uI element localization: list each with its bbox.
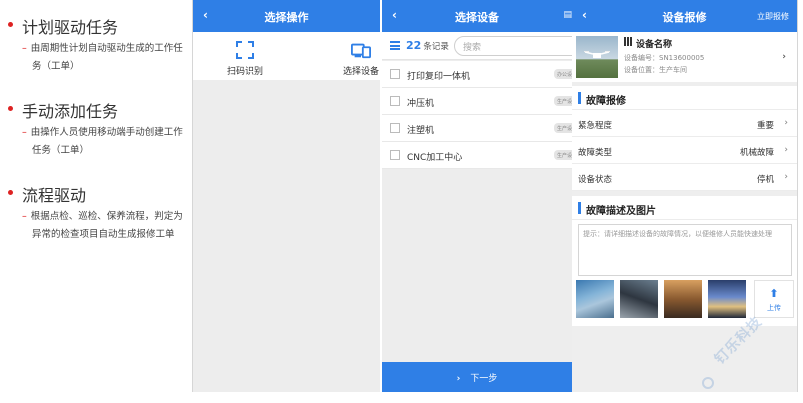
- bullet-description: – 由操作人员使用移动端手动创建工作 任务（工单）: [22, 124, 188, 160]
- fault-report-section: 故障报修 紧急程度 重要 › 故障类型 机械故障 › 设备状态 停机 ›: [572, 86, 797, 191]
- device-tag: 生产设备: [554, 123, 572, 133]
- fault-photo[interactable]: [620, 280, 658, 318]
- device-tag: 生产设备: [554, 150, 572, 160]
- filter-icon[interactable]: ▤: [563, 10, 572, 20]
- select-device-operation-label: 选择设备: [342, 67, 379, 77]
- bullet-line: 由周期性计划自动驱动生成的工作任: [30, 43, 183, 54]
- photo-strip: ⬆ 上传: [572, 280, 797, 320]
- section-accent-bar: [578, 92, 581, 104]
- watermark-logo-icon: [702, 377, 714, 389]
- bullet-line: 务（工单）: [32, 61, 80, 72]
- bullet-line: 异常的检查项目自动生成报修工单: [32, 229, 175, 240]
- row-label: 设备状态: [578, 175, 613, 185]
- bullet-dot: [8, 106, 13, 111]
- chevron-right-icon: ›: [784, 172, 788, 182]
- scan-icon: [236, 41, 254, 59]
- chevron-right-icon: ›: [782, 52, 786, 62]
- device-thumbnail: [576, 36, 618, 78]
- device-code: 设备编号：SN13600005: [624, 54, 705, 62]
- device-status-row[interactable]: 设备状态 停机 ›: [572, 164, 797, 191]
- search-input[interactable]: 搜索: [454, 36, 572, 56]
- device-tag: 生产设备: [554, 96, 572, 106]
- top-bar: ‹ 选择操作: [193, 0, 380, 32]
- device-name: 注塑机: [407, 126, 435, 136]
- list-item[interactable]: 冲压机 生产设备: [382, 88, 572, 115]
- checkbox[interactable]: [390, 123, 400, 133]
- device-location: 设备位置：生产车间: [624, 66, 687, 74]
- urgency-row[interactable]: 紧急程度 重要 ›: [572, 110, 797, 137]
- bullet-line: 根据点检、巡检、保养流程，判定为: [30, 211, 183, 222]
- row-label: 故障类型: [578, 148, 613, 158]
- fault-photo[interactable]: [576, 280, 614, 318]
- bullet-dot: [8, 22, 13, 27]
- slide-text-panel: 计划驱动任务 – 由周期性计划自动驱动生成的工作任 务（工单） 手动添加任务 – 由…: [0, 0, 190, 403]
- section-header: 故障描述及图片: [572, 196, 797, 220]
- checkbox[interactable]: [390, 150, 400, 160]
- bullet-line: 由操作人员使用移动端手动创建工作: [30, 127, 183, 138]
- page-title: 选择设备: [455, 11, 499, 24]
- bullet-description: – 由周期性计划自动驱动生成的工作任 务（工单）: [22, 40, 188, 76]
- fault-type-row[interactable]: 故障类型 机械故障 ›: [572, 137, 797, 164]
- upload-button[interactable]: ⬆ 上传: [754, 280, 794, 318]
- checkbox[interactable]: [390, 69, 400, 79]
- section-title: 故障描述及图片: [586, 206, 656, 217]
- bullet-title: 流程驱动: [22, 186, 87, 205]
- fault-photo[interactable]: [708, 280, 746, 318]
- row-label: 紧急程度: [578, 121, 613, 131]
- chevron-right-icon: ›: [784, 145, 788, 155]
- device-select-icon: [351, 43, 371, 59]
- screen-device-repair: ‹ 设备报修 立即报修 设备名称 设备编号：SN13600005 设备位置：生产…: [572, 0, 798, 392]
- next-step-label: 下一步: [470, 374, 498, 384]
- record-count: 22 条记录: [406, 39, 449, 52]
- scan-operation-label: 扫码识别: [226, 67, 263, 77]
- next-step-button[interactable]: › 下一步: [382, 362, 572, 392]
- bullet-dot: [8, 190, 13, 195]
- row-value: 重要: [756, 121, 774, 131]
- fault-description-textarea[interactable]: 提示：请详细描述设备的故障情况，以便维修人员能快速处理: [578, 224, 792, 276]
- upload-arrow-icon: ⬆: [769, 287, 779, 300]
- fault-photo[interactable]: [664, 280, 702, 318]
- bullet-description: – 根据点检、巡检、保养流程，判定为 异常的检查项目自动生成报修工单: [22, 208, 188, 244]
- bullet-title: 手动添加任务: [22, 102, 119, 121]
- row-value: 停机: [756, 175, 774, 185]
- fault-description-section: 故障描述及图片 提示：请详细描述设备的故障情况，以便维修人员能快速处理 ⬆ 上传: [572, 196, 797, 326]
- top-bar: ‹ 设备报修 立即报修: [572, 0, 797, 32]
- device-list: 打印复印一体机 办公设备 冲压机 生产设备 注塑机 生产设备 CNC加工中心 生…: [382, 61, 572, 169]
- submit-repair-link[interactable]: 立即报修: [757, 11, 789, 22]
- list-item[interactable]: CNC加工中心 生产设备: [382, 142, 572, 169]
- screen-select-device: ‹ 选择设备 ▤ 22条记录 搜索 打印复印一体机 办公设备 冲压机 生产设备 …: [382, 0, 572, 392]
- device-card[interactable]: 设备名称 设备编号：SN13600005 设备位置：生产车间 ›: [572, 32, 797, 82]
- list-menu-icon[interactable]: [390, 41, 400, 50]
- device-name: CNC加工中心: [407, 153, 463, 163]
- device-name: 设备名称: [636, 40, 673, 50]
- scan-operation-button[interactable]: 扫码识别: [215, 40, 275, 77]
- top-bar: ‹ 选择设备 ▤: [382, 0, 572, 32]
- row-value: 机械故障: [739, 148, 774, 158]
- list-item[interactable]: 注塑机 生产设备: [382, 115, 572, 142]
- page-title: 选择操作: [264, 11, 309, 24]
- drone-image-icon: [584, 51, 610, 58]
- section-title: 故障报修: [586, 96, 626, 107]
- bullet-title: 计划驱动任务: [22, 18, 119, 37]
- section-header: 故障报修: [572, 86, 797, 110]
- device-name: 打印复印一体机: [407, 72, 471, 82]
- device-tag: 办公设备: [554, 69, 572, 79]
- bullet-line: 任务（工单）: [32, 145, 90, 156]
- section-accent-bar: [578, 202, 581, 214]
- chevron-right-icon: ›: [456, 374, 461, 384]
- search-row: 22 条记录 搜索: [382, 32, 572, 60]
- checkbox[interactable]: [390, 96, 400, 106]
- qr-code-icon: [624, 37, 633, 46]
- screen-select-operation: ‹ 选择操作 扫码识别 选择设备: [192, 0, 380, 392]
- record-count-unit: 条记录: [423, 42, 449, 52]
- operation-panel: 扫码识别 选择设备: [193, 32, 380, 80]
- list-item[interactable]: 打印复印一体机 办公设备: [382, 61, 572, 88]
- record-count-number: 22: [406, 39, 422, 52]
- chevron-right-icon: ›: [784, 118, 788, 128]
- select-device-operation-button[interactable]: 选择设备: [331, 40, 380, 77]
- device-name: 冲压机: [407, 99, 435, 109]
- upload-label: 上传: [767, 304, 781, 312]
